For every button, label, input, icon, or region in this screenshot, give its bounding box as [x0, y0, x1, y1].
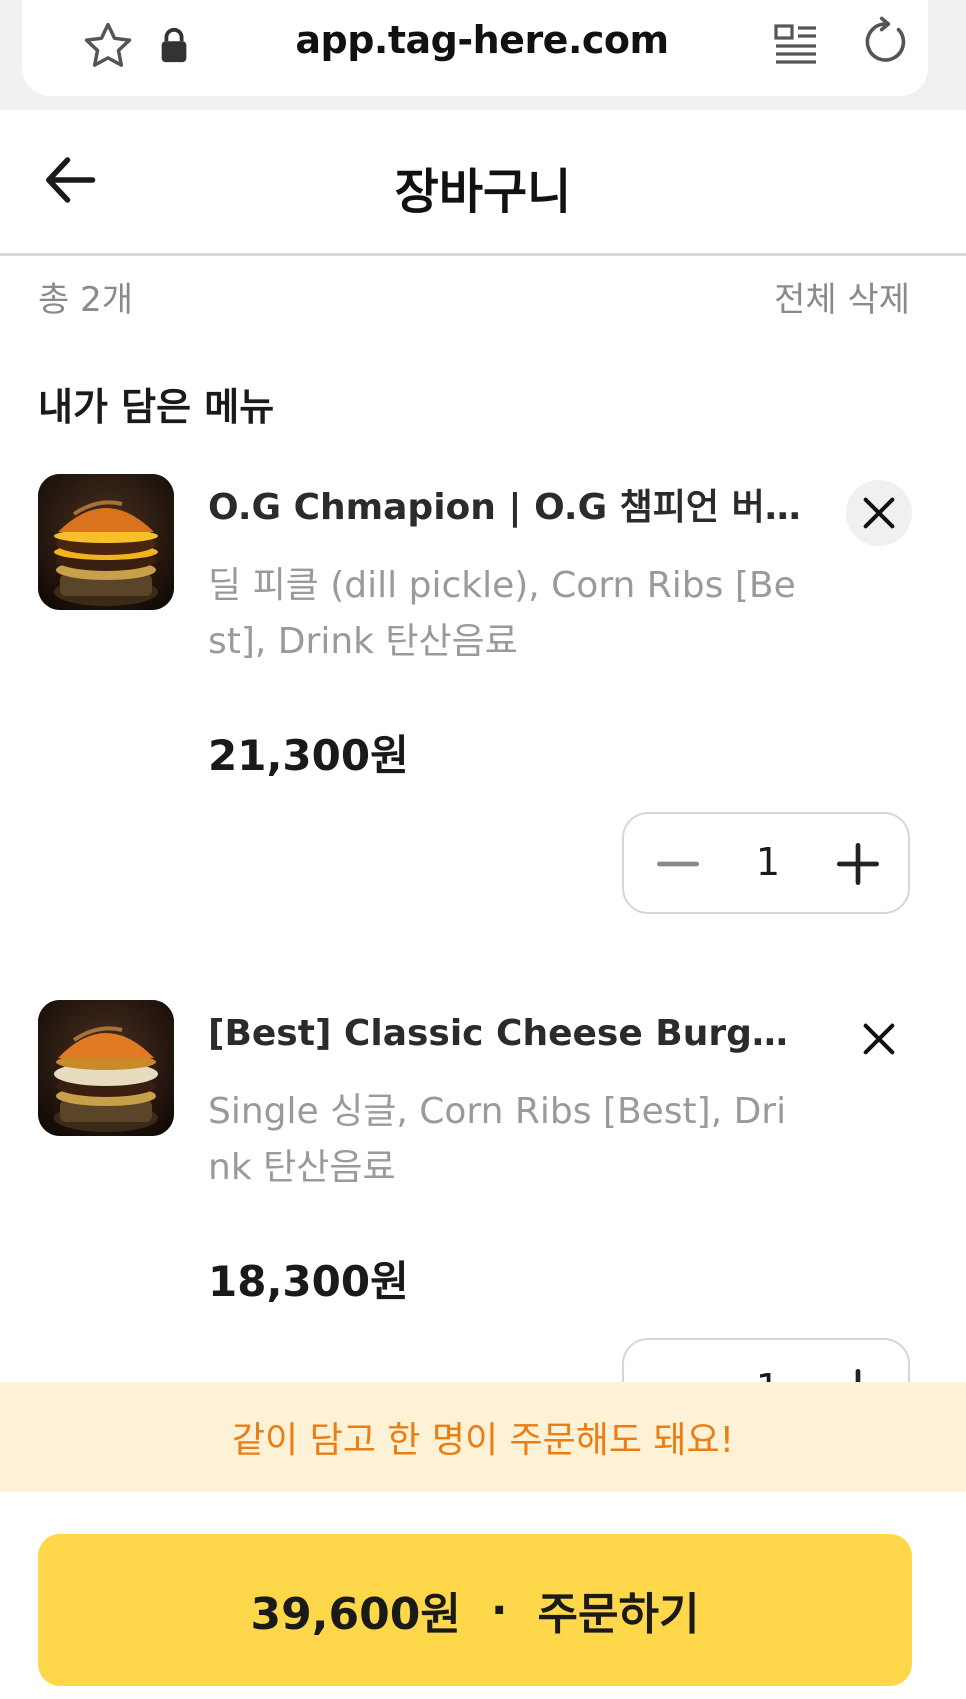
order-button[interactable]: 39,600원 · 주문하기: [38, 1534, 912, 1686]
plus-icon[interactable]: [830, 836, 886, 892]
app-header: 장바구니: [0, 110, 966, 256]
browser-toolbar: app.tag-here.com: [0, 0, 966, 110]
lock-icon: [161, 27, 187, 63]
reload-icon[interactable]: [858, 14, 912, 70]
item-price: 21,300원: [208, 731, 409, 780]
burger-thumbnail: [38, 1000, 174, 1136]
close-icon: [863, 1023, 895, 1055]
reader-mode-icon[interactable]: [772, 20, 820, 68]
star-icon[interactable]: [80, 18, 136, 74]
order-total: 39,600원: [250, 1589, 461, 1640]
order-separator: ·: [490, 1584, 508, 1636]
burger-thumbnail: [38, 474, 174, 610]
item-name[interactable]: [Best] Classic Cheese Burger | 클래식 치즈 버거: [208, 1004, 808, 1056]
quantity-value: 1: [755, 840, 781, 884]
item-options: 딜 피클 (dill pickle), Corn Ribs [Best], Dr…: [208, 565, 796, 662]
section-title: 내가 담은 메뉴: [38, 385, 275, 429]
remove-item-button[interactable]: [846, 480, 912, 546]
close-icon: [863, 497, 895, 529]
quantity-stepper: 1: [622, 812, 910, 914]
address-bar[interactable]: app.tag-here.com: [22, 0, 928, 96]
total-count: 총 2개: [38, 280, 133, 320]
url-text[interactable]: app.tag-here.com: [222, 18, 742, 62]
item-options: Single 싱글, Corn Ribs [Best], Drink 탄산음료: [208, 1091, 787, 1188]
remove-item-button[interactable]: [846, 1006, 912, 1072]
item-price: 18,300원: [208, 1257, 409, 1306]
order-label: 주문하기: [537, 1589, 700, 1640]
page-title: 장바구니: [394, 164, 572, 220]
bottom-bar: 39,600원 · 주문하기: [0, 1492, 966, 1699]
delete-all-button[interactable]: 전체 삭제: [774, 272, 910, 321]
cart-item: O.G Chmapion | O.G 챔피언 버거 버거 세트 딜 피클 (di…: [0, 474, 966, 994]
item-name[interactable]: O.G Chmapion | O.G 챔피언 버거 버거 세트: [208, 478, 808, 530]
minus-icon[interactable]: [650, 836, 706, 892]
group-order-banner: 같이 담고 한 명이 주문해도 돼요!: [0, 1382, 966, 1492]
